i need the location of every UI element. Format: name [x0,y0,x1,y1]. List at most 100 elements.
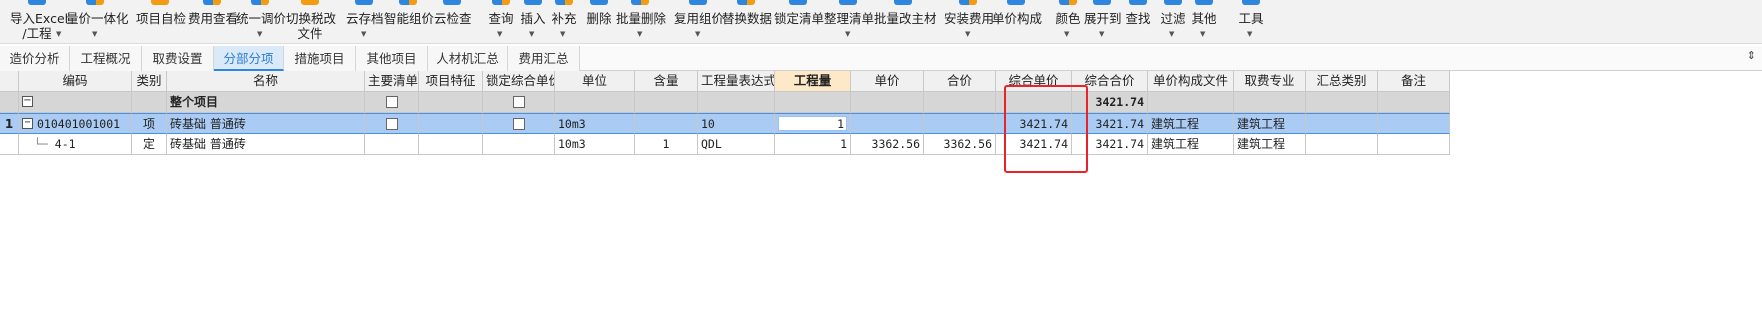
tab-fee-settings[interactable]: 取费设置 [142,46,214,71]
tab-labor-material-summary[interactable]: 人材机汇总 [428,46,508,71]
column-header-type[interactable]: 类别 [132,71,167,92]
filter-button[interactable]: 过滤 ▼ [1160,0,1186,44]
insert-button[interactable]: 插入 ▼ [520,0,546,44]
column-header-comp-total[interactable]: 综合合价 [1072,71,1148,92]
column-header-features[interactable]: 项目特征 [419,71,483,92]
main-list-checkbox[interactable] [385,95,398,108]
expand-button[interactable]: 展开到 ▼ [1084,0,1122,44]
column-header-comp-unit-price[interactable]: 综合单价 [996,71,1072,92]
column-header-code[interactable]: 编码 [19,71,132,92]
cell-qty-expr[interactable]: QDL [698,134,775,155]
column-header-rowno[interactable] [0,71,19,92]
cell-comp-total[interactable]: 3421.74 [1072,134,1148,155]
row-number[interactable]: 1 [0,113,19,134]
batch-material-button[interactable]: 批量改主材 [874,0,937,44]
main-list-checkbox[interactable] [385,117,398,130]
find-button[interactable]: 查找 [1125,0,1151,44]
color-button[interactable]: 颜色 ▼ [1055,0,1081,44]
organize-list-button[interactable]: 整理清单 ▼ [824,0,874,44]
qty-price-button[interactable]: 量价一体化 ▼ [66,0,129,44]
tab-other-items[interactable]: 其他项目 [356,46,428,71]
install-fee-button[interactable]: 安装费用 ▼ [944,0,994,44]
tab-sub-items[interactable]: 分部分项 [214,46,284,71]
cell-qty[interactable]: 1 [775,134,851,155]
lock-list-button[interactable]: 锁定清单 [774,0,824,44]
cell-code[interactable]: └─ 4-1 [19,134,132,155]
cell-fee-major[interactable]: 建筑工程 [1234,134,1306,155]
cell-unit-price[interactable] [851,113,924,134]
cell-content[interactable]: 1 [635,134,698,155]
column-header-price-file[interactable]: 单价构成文件 [1148,71,1234,92]
cell-total-price[interactable] [924,113,996,134]
cloud-save-button[interactable]: 云存档 ▼ [346,0,384,44]
collapse-icon[interactable]: − [22,118,33,129]
supplement-button[interactable]: 补充 ▼ [551,0,577,44]
cell-summary-cat[interactable] [1306,134,1378,155]
cell-remark[interactable] [1378,134,1450,155]
cell-features[interactable] [419,113,483,134]
tab-project-overview[interactable]: 工程概况 [70,46,142,71]
cell-name[interactable]: 砖基础 普通砖 [167,134,365,155]
chevron-down-icon: ▼ [497,30,503,38]
cell-fee-major[interactable]: 建筑工程 [1234,113,1306,134]
import-excel-button[interactable]: 导入Excel /工程 ▼ [10,0,68,44]
smart-price-button[interactable]: 智能组价 [384,0,434,44]
column-header-total-price[interactable]: 合价 [924,71,996,92]
cell-total-price[interactable]: 3362.56 [924,134,996,155]
cell-comp-total[interactable]: 3421.74 [1072,113,1148,134]
column-header-lock-price[interactable]: 锁定综合单价 [483,71,555,92]
other-button[interactable]: 其他 ▼ [1191,0,1217,44]
cell-comp-total[interactable]: 3421.74 [1072,92,1148,113]
reuse-price-button[interactable]: 复用组价 ▼ [674,0,724,44]
column-header-unit-price[interactable]: 单价 [851,71,924,92]
qty-input[interactable]: 1 [778,116,847,131]
replace-data-button[interactable]: 替换数据 [722,0,772,44]
cell-name[interactable]: 整个项目 [167,92,365,113]
column-header-unit[interactable]: 单位 [555,71,635,92]
cell-qty-expr[interactable]: 10 [698,113,775,134]
lock-price-checkbox[interactable] [512,95,525,108]
self-check-button[interactable]: 项目自检 [136,0,186,44]
cell-code[interactable]: −010401001001 [19,113,132,134]
cell-unit[interactable]: 10m3 [555,113,635,134]
cell-type[interactable]: 项 [132,113,167,134]
cell-type[interactable]: 定 [132,134,167,155]
tab-cost-analysis[interactable]: 造价分析 [0,46,70,71]
column-header-main-list[interactable]: 主要清单 [365,71,419,92]
row-number[interactable] [0,134,19,155]
cell-price-file[interactable]: 建筑工程 [1148,113,1234,134]
cell-name[interactable]: 砖基础 普通砖 [167,113,365,134]
column-header-name[interactable]: 名称 [167,71,365,92]
table-cell [635,92,698,113]
column-header-qty[interactable]: 工程量 [775,71,851,92]
column-header-remark[interactable]: 备注 [1378,71,1450,92]
tab-fee-summary[interactable]: 费用汇总 [508,46,580,71]
cloud-check-button[interactable]: 云检查 [434,0,472,44]
cell-unit[interactable]: 10m3 [555,134,635,155]
cell-content[interactable] [635,113,698,134]
column-header-fee-major[interactable]: 取费专业 [1234,71,1306,92]
splitter-handle-icon[interactable]: ⇕ [1747,49,1756,62]
adjust-price-button[interactable]: 统一调价 ▼ [236,0,286,44]
switch-tax-button[interactable]: 切换税改 文件 [286,0,336,44]
cell-unit-price[interactable]: 3362.56 [851,134,924,155]
column-header-content[interactable]: 含量 [635,71,698,92]
cell-price-file[interactable]: 建筑工程 [1148,134,1234,155]
fee-view-button[interactable]: 费用查看 [188,0,238,44]
cell-comp-unit-price[interactable]: 3421.74 [996,113,1072,134]
batch-delete-button[interactable]: 批量删除 ▼ [616,0,666,44]
unit-price-button[interactable]: 单价构成 [992,0,1042,44]
row-number[interactable] [0,92,19,113]
tab-measures[interactable]: 措施项目 [284,46,356,71]
tools-button[interactable]: 工具 ▼ [1238,0,1264,44]
cell-remark[interactable] [1378,113,1450,134]
cell-summary-cat[interactable] [1306,113,1378,134]
search-button[interactable]: 查询 ▼ [488,0,514,44]
lock-price-checkbox[interactable] [512,117,525,130]
delete-button[interactable]: 删除 [586,0,612,44]
collapse-icon[interactable]: − [22,96,33,107]
column-header-summary-cat[interactable]: 汇总类别 [1306,71,1378,92]
cell-comp-unit-price[interactable]: 3421.74 [996,134,1072,155]
cell-qty-editor[interactable]: 1 [775,113,851,134]
column-header-qty-expr[interactable]: 工程量表达式 [698,71,775,92]
